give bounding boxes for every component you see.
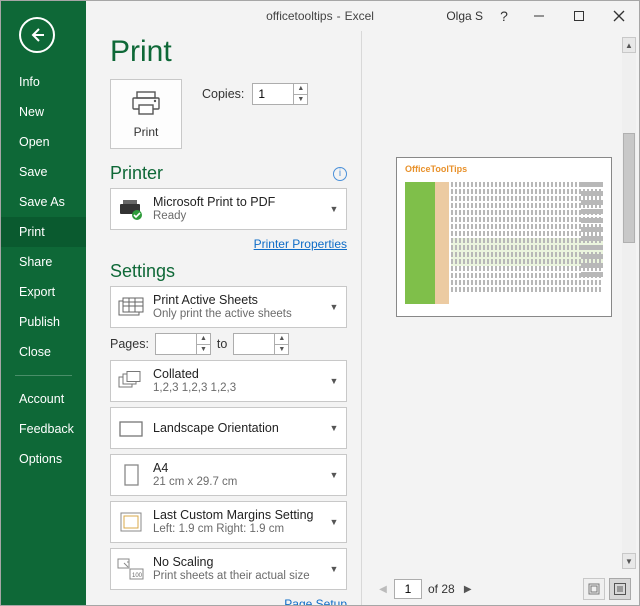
- printer-icon: [131, 90, 161, 121]
- print-button[interactable]: Print: [110, 79, 182, 149]
- minimize-button[interactable]: [519, 1, 559, 31]
- preview-scrollbar[interactable]: ▲ ▼: [622, 37, 636, 569]
- page-of-label: of 28: [428, 582, 455, 596]
- pages-from-down[interactable]: ▼: [196, 344, 210, 355]
- pages-to-down[interactable]: ▼: [274, 344, 288, 355]
- show-margins-button[interactable]: [583, 578, 605, 600]
- paper-dropdown[interactable]: A421 cm x 29.7 cm ▼: [110, 454, 347, 496]
- sidebar-item-info[interactable]: Info: [1, 67, 86, 97]
- page-number-input[interactable]: [394, 579, 422, 599]
- scroll-thumb[interactable]: [623, 133, 635, 243]
- page-title: Print: [110, 35, 347, 69]
- preview-green-col: [405, 182, 435, 304]
- pages-from-spinner[interactable]: ▲▼: [155, 333, 211, 355]
- scroll-track[interactable]: [622, 53, 636, 553]
- next-page-button[interactable]: ▶: [461, 580, 475, 598]
- sidebar-item-print[interactable]: Print: [1, 217, 86, 247]
- sidebar-item-publish[interactable]: Publish: [1, 307, 86, 337]
- chevron-down-icon: ▼: [328, 423, 340, 433]
- sheets-icon: [117, 293, 145, 321]
- sidebar-item-saveas[interactable]: Save As: [1, 187, 86, 217]
- page-preview: OfficeToolTips: [396, 157, 612, 317]
- close-button[interactable]: [599, 1, 639, 31]
- copies-label: Copies:: [202, 87, 244, 101]
- printer-dropdown[interactable]: Microsoft Print to PDFReady ▼: [110, 188, 347, 230]
- main-area: Print Print Copies: ▲▼ Printer: [86, 31, 639, 605]
- collate-dropdown[interactable]: Collated1,2,3 1,2,3 1,2,3 ▼: [110, 360, 347, 402]
- settings-heading: Settings: [110, 261, 347, 282]
- printer-properties-link[interactable]: Printer Properties: [110, 237, 347, 251]
- preview-right-col: [569, 182, 603, 304]
- maximize-button[interactable]: [559, 1, 599, 31]
- title-text: officetooltips-Excel: [266, 1, 374, 31]
- scroll-down-button[interactable]: ▼: [622, 553, 636, 569]
- pages-from-input[interactable]: [156, 334, 196, 354]
- copies-input[interactable]: [253, 84, 293, 104]
- scaling-dropdown[interactable]: 100 No ScalingPrint sheets at their actu…: [110, 548, 347, 590]
- pages-range: Pages: ▲▼ to ▲▼: [110, 333, 347, 355]
- page-navigator: ◀ of 28 ▶: [376, 579, 475, 599]
- print-what-dropdown[interactable]: Print Active SheetsOnly print the active…: [110, 286, 347, 328]
- chevron-down-icon: ▼: [328, 470, 340, 480]
- preview-doc-title: OfficeToolTips: [405, 164, 603, 174]
- orientation-dropdown[interactable]: Landscape Orientation ▼: [110, 407, 347, 449]
- margins-icon: [117, 508, 145, 536]
- sidebar-item-new[interactable]: New: [1, 97, 86, 127]
- pages-to-input[interactable]: [234, 334, 274, 354]
- sidebar-divider: [15, 375, 72, 376]
- preview-tan-col: [435, 182, 449, 304]
- copies-down[interactable]: ▼: [293, 94, 307, 105]
- preview-footer: ◀ of 28 ▶: [362, 573, 639, 605]
- sidebar-item-account[interactable]: Account: [1, 384, 86, 414]
- chevron-down-icon: ▼: [328, 302, 340, 312]
- chevron-down-icon: ▼: [328, 204, 340, 214]
- copies-spinner[interactable]: ▲▼: [252, 83, 308, 105]
- preview-pane: ▲ ▼ OfficeToolTips: [361, 31, 639, 605]
- chevron-down-icon: ▼: [328, 564, 340, 574]
- landscape-icon: [117, 414, 145, 442]
- help-button[interactable]: ?: [489, 1, 519, 31]
- pages-to-label: to: [217, 337, 227, 351]
- chevron-down-icon: ▼: [328, 517, 340, 527]
- page-icon: [117, 461, 145, 489]
- zoom-to-page-button[interactable]: [609, 578, 631, 600]
- scroll-up-button[interactable]: ▲: [622, 37, 636, 53]
- prev-page-button[interactable]: ◀: [376, 580, 390, 598]
- pages-label: Pages:: [110, 337, 149, 351]
- page-setup-link[interactable]: Page Setup: [110, 597, 347, 605]
- user-name[interactable]: Olga S: [446, 9, 483, 23]
- copies-up[interactable]: ▲: [293, 84, 307, 94]
- sidebar-item-export[interactable]: Export: [1, 277, 86, 307]
- collate-icon: [117, 367, 145, 395]
- pages-to-spinner[interactable]: ▲▼: [233, 333, 289, 355]
- sidebar-item-options[interactable]: Options: [1, 444, 86, 474]
- print-panel: Print Print Copies: ▲▼ Printer: [86, 31, 361, 605]
- printer-ready-icon: [117, 195, 145, 223]
- printer-heading: Printer i: [110, 163, 347, 184]
- sidebar-item-share[interactable]: Share: [1, 247, 86, 277]
- backstage-window: officetooltips-Excel Olga S ? Info New O…: [0, 0, 640, 606]
- svg-text:100: 100: [132, 573, 143, 579]
- print-button-label: Print: [134, 125, 159, 139]
- pages-from-up[interactable]: ▲: [196, 334, 210, 344]
- backstage-sidebar: Info New Open Save Save As Print Share E…: [1, 1, 86, 605]
- printer-info-icon[interactable]: i: [333, 167, 347, 181]
- sidebar-item-feedback[interactable]: Feedback: [1, 414, 86, 444]
- sidebar-item-open[interactable]: Open: [1, 127, 86, 157]
- chevron-down-icon: ▼: [328, 376, 340, 386]
- scaling-icon: 100: [117, 555, 145, 583]
- sidebar-item-save[interactable]: Save: [1, 157, 86, 187]
- margins-dropdown[interactable]: Last Custom Margins SettingLeft: 1.9 cm …: [110, 501, 347, 543]
- pages-to-up[interactable]: ▲: [274, 334, 288, 344]
- sidebar-item-close[interactable]: Close: [1, 337, 86, 367]
- title-bar: officetooltips-Excel Olga S ?: [1, 1, 639, 31]
